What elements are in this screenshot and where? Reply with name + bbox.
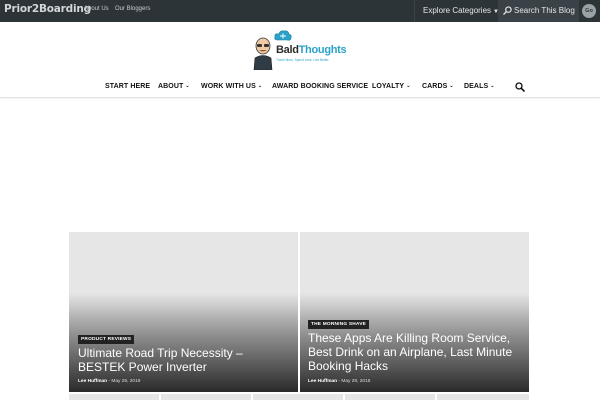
featured-post-tile[interactable]: PRODUCT REVIEWS Ultimate Road Trip Neces… (69, 232, 298, 392)
nav-item-deals[interactable]: DEALS ⌄ (464, 83, 495, 90)
nav-item-label: WORK WITH US (201, 83, 256, 90)
post-title[interactable]: Ultimate Road Trip Necessity – BESTEK Po… (78, 346, 288, 374)
nav-item-label: DEALS (464, 83, 489, 90)
chevron-down-icon: ⌄ (490, 83, 495, 89)
post-meta: Lee Huffman - May 29, 2018 (308, 379, 370, 384)
our-bloggers-link[interactable]: Our Bloggers (115, 6, 150, 12)
post-date: May 29, 2018 (111, 379, 141, 384)
nav-item-start-here[interactable]: START HERE (105, 83, 150, 90)
category-badge[interactable]: THE MORNING SHAVE (308, 320, 370, 329)
search-icon (503, 6, 512, 15)
site-brand-logo[interactable]: Prior2Boarding (4, 3, 91, 15)
post-title[interactable]: These Apps Are Killing Room Service, Bes… (308, 331, 518, 373)
main-navigation: START HERE ABOUT ⌄ WORK WITH US ⌄ AWARD BO… (0, 78, 600, 98)
logo-tagline: Travel More. Spend Less. Live Better. (276, 58, 330, 62)
go-button[interactable]: Go (582, 4, 596, 18)
logo-wordmark-main: Bald (276, 44, 299, 56)
post-date: May 29, 2018 (341, 379, 371, 384)
search-placeholder: Search This Blog (514, 6, 575, 15)
nav-item-label: ABOUT (158, 83, 184, 90)
nav-item-label: CARDS (422, 83, 448, 90)
post-author[interactable]: Lee Huffman (308, 379, 337, 384)
nav-item-cards[interactable]: CARDS ⌄ (422, 83, 454, 90)
search-icon[interactable] (515, 82, 525, 92)
chevron-down-icon: ⌄ (185, 83, 190, 89)
post-meta: Lee Huffman - May 29, 2018 (78, 379, 140, 384)
post-tile-thumb[interactable] (437, 394, 529, 400)
post-author[interactable]: Lee Huffman (78, 379, 107, 384)
logo-wordmark-accent: Thoughts (298, 44, 347, 56)
chevron-down-icon: ⌄ (406, 83, 411, 89)
featured-post-tile[interactable]: THE MORNING SHAVE These Apps Are Killing… (300, 232, 529, 392)
top-bar: Prior2Boarding About Us Our Bloggers Exp… (0, 0, 600, 22)
bald-man-avatar-icon (253, 37, 273, 70)
nav-item-about[interactable]: ABOUT ⌄ (158, 83, 190, 90)
site-logo[interactable]: BaldThoughts Travel More. Spend Less. Li… (252, 30, 348, 72)
nav-item-work-with-us[interactable]: WORK WITH US ⌄ (201, 83, 262, 90)
about-us-link[interactable]: About Us (84, 6, 109, 12)
chevron-down-icon: ⌄ (257, 83, 263, 89)
nav-item-label: START HERE (105, 83, 151, 90)
thought-cloud-icon (274, 30, 292, 41)
nav-item-award-booking-service[interactable]: AWARD BOOKING SERVICE (272, 83, 368, 90)
explore-categories-menu[interactable]: Explore Categories ▼ (414, 0, 499, 22)
post-tile-thumb[interactable] (161, 394, 251, 400)
post-tile-thumb[interactable] (69, 394, 159, 400)
explore-categories-label: Explore Categories (423, 6, 492, 15)
logo-wordmark: BaldThoughts (276, 44, 347, 56)
nav-item-loyalty[interactable]: LOYALTY ⌄ (372, 83, 411, 90)
nav-item-label: AWARD BOOKING SERVICE (272, 83, 369, 90)
post-tile-thumb[interactable] (253, 394, 343, 400)
search-input[interactable]: Search This Blog (498, 0, 579, 22)
chevron-down-icon: ⌄ (449, 83, 454, 89)
nav-item-label: LOYALTY (372, 83, 405, 90)
post-tile-thumb[interactable] (345, 394, 435, 400)
category-badge[interactable]: PRODUCT REVIEWS (78, 335, 135, 344)
